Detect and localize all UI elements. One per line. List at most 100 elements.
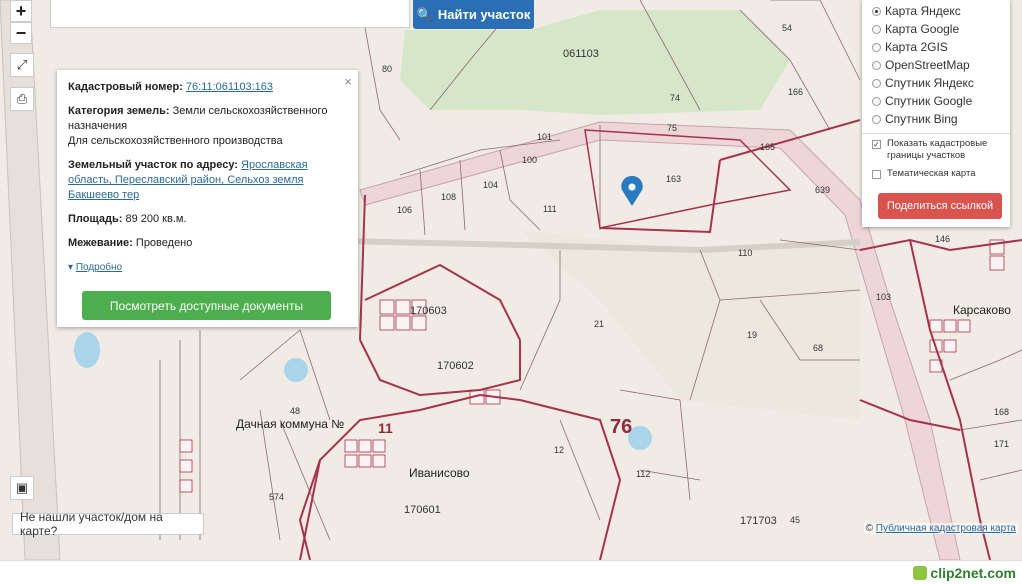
checkbox-empty-icon[interactable]: [872, 170, 881, 179]
radio-button-icon[interactable]: [872, 114, 881, 124]
cadastral-label: Кадастровый номер:: [68, 81, 183, 93]
svg-text:111: 111: [543, 204, 557, 214]
survey-row: Межевание: Проведено: [68, 236, 347, 251]
layer-option[interactable]: Спутник Bing: [862, 110, 1010, 128]
close-icon[interactable]: ×: [344, 74, 352, 89]
svg-text:19: 19: [747, 330, 757, 340]
radio-button-icon[interactable]: [872, 24, 881, 34]
cadastral-number-row: Кадастровый номер: 76:11:061103:163: [68, 80, 347, 95]
attribution-link[interactable]: Публичная кадастровая карта: [876, 523, 1016, 534]
fullscreen-icon[interactable]: ⤢: [10, 53, 34, 77]
layer-option-label: Спутник Яндекс: [885, 76, 974, 90]
zoom-in-button[interactable]: +: [10, 0, 32, 22]
radio-button-icon[interactable]: [872, 42, 881, 52]
pond: [284, 358, 308, 382]
radio-button-icon[interactable]: [872, 60, 881, 70]
more-details-link[interactable]: ▾ Подробно: [68, 260, 347, 275]
svg-text:106: 106: [397, 205, 412, 215]
svg-text:Дачная коммуна №: Дачная коммуна №: [236, 417, 344, 431]
thematic-map-label: Тематическая карта: [887, 168, 976, 179]
watermark: clip2net.com: [913, 565, 1016, 581]
cadastral-number-link[interactable]: 76:11:061103:163: [186, 81, 273, 93]
layer-option-label: Спутник Google: [885, 94, 973, 108]
svg-text:171703: 171703: [740, 515, 777, 527]
print-icon[interactable]: ⎙: [10, 87, 34, 111]
layer-option[interactable]: Карта Яндекс: [862, 2, 1010, 20]
layer-option-label: Карта 2GIS: [885, 40, 948, 54]
svg-text:54: 54: [782, 23, 792, 33]
radio-button-icon[interactable]: [872, 78, 881, 88]
svg-text:574: 574: [269, 492, 284, 502]
usage-value: Для сельскохозяйственного производства: [68, 135, 283, 147]
zoom-out-button[interactable]: −: [10, 22, 32, 44]
layer-option[interactable]: Карта Google: [862, 20, 1010, 38]
svg-text:170601: 170601: [404, 504, 441, 516]
svg-text:Карсаково: Карсаково: [953, 303, 1011, 317]
svg-text:165: 165: [760, 142, 775, 152]
svg-text:170602: 170602: [437, 360, 474, 372]
category-value: Земли сельскохозяйственного: [172, 105, 328, 117]
svg-text:100: 100: [522, 155, 537, 165]
watermark-text: clip2net.com: [930, 565, 1016, 581]
find-parcel-label: Найти участок: [437, 7, 531, 22]
clip2net-logo-icon: [913, 566, 928, 580]
svg-text:74: 74: [670, 93, 680, 103]
radio-button-icon[interactable]: [872, 6, 881, 16]
layer-option[interactable]: OpenStreetMap: [862, 56, 1010, 74]
show-borders-label: Показать кадастровые: [887, 138, 988, 149]
search-icon: 🔍: [416, 6, 433, 22]
area-value: 89 200 кв.м.: [125, 213, 187, 225]
svg-text:110: 110: [738, 248, 752, 258]
layer-option-label: OpenStreetMap: [885, 58, 970, 72]
svg-text:170603: 170603: [410, 305, 447, 317]
svg-text:45: 45: [790, 515, 800, 525]
copyright-symbol: ©: [865, 523, 873, 534]
land-category-row: Категория земель: Земли сельскохозяйстве…: [68, 104, 347, 149]
address-link[interactable]: Ярославская: [241, 159, 308, 171]
svg-text:166: 166: [788, 87, 803, 97]
layer-option[interactable]: Карта 2GIS: [862, 38, 1010, 56]
find-parcel-button[interactable]: 🔍 Найти участок: [413, 0, 534, 29]
show-borders-label-cont: границы участков: [887, 150, 966, 161]
map-layers-panel: Карта Яндекс Карта Google Карта 2GIS OpenSt…: [862, 0, 1010, 227]
radio-button-icon[interactable]: [872, 96, 881, 106]
survey-label: Межевание:: [68, 237, 133, 249]
layer-option-label: Карта Google: [885, 22, 960, 36]
svg-text:108: 108: [441, 192, 456, 202]
address-link-end[interactable]: Бакшеево тер: [68, 189, 139, 201]
address-row: Земельный участок по адресу: Ярославская…: [68, 158, 347, 203]
area-label: Площадь:: [68, 213, 123, 225]
svg-text:104: 104: [483, 180, 498, 190]
not-found-link[interactable]: Не нашли участок/дом на карте?: [12, 510, 204, 538]
svg-text:112: 112: [636, 469, 650, 479]
svg-text:76: 76: [610, 416, 632, 438]
svg-text:168: 168: [994, 407, 1009, 417]
area-row: Площадь: 89 200 кв.м.: [68, 212, 347, 227]
search-input[interactable]: [50, 0, 410, 28]
svg-text:146: 146: [935, 234, 950, 244]
map-attribution: © Публичная кадастровая карта: [863, 523, 1018, 534]
pond: [74, 332, 100, 368]
svg-text:75: 75: [667, 123, 677, 133]
more-details-label[interactable]: Подробно: [76, 262, 122, 273]
svg-text:68: 68: [813, 343, 823, 353]
svg-text:101: 101: [537, 132, 552, 142]
svg-text:163: 163: [666, 174, 681, 184]
view-documents-button[interactable]: Посмотреть доступные документы: [82, 291, 331, 320]
checkbox-checked-icon[interactable]: ✓: [872, 140, 881, 149]
layer-option-label: Карта Яндекс: [885, 4, 961, 18]
layer-option-label: Спутник Bing: [885, 112, 958, 126]
category-value-cont: назначения: [68, 120, 128, 132]
address-link-cont[interactable]: область, Переславский район, Сельхоз зем…: [68, 174, 304, 186]
svg-text:48: 48: [290, 406, 300, 416]
category-label: Категория земель:: [68, 105, 170, 117]
share-link-button[interactable]: Поделиться ссылкой: [878, 193, 1002, 219]
svg-text:12: 12: [554, 445, 564, 455]
layer-option[interactable]: Спутник Яндекс: [862, 74, 1010, 92]
show-borders-checkbox[interactable]: ✓ Показать кадастровые границы участков: [862, 138, 1010, 162]
thematic-map-checkbox[interactable]: Тематическая карта: [862, 168, 1010, 180]
svg-text:639: 639: [815, 185, 830, 195]
layer-option[interactable]: Спутник Google: [862, 92, 1010, 110]
measure-icon[interactable]: ▣: [10, 476, 34, 500]
svg-text:061103: 061103: [563, 48, 599, 60]
